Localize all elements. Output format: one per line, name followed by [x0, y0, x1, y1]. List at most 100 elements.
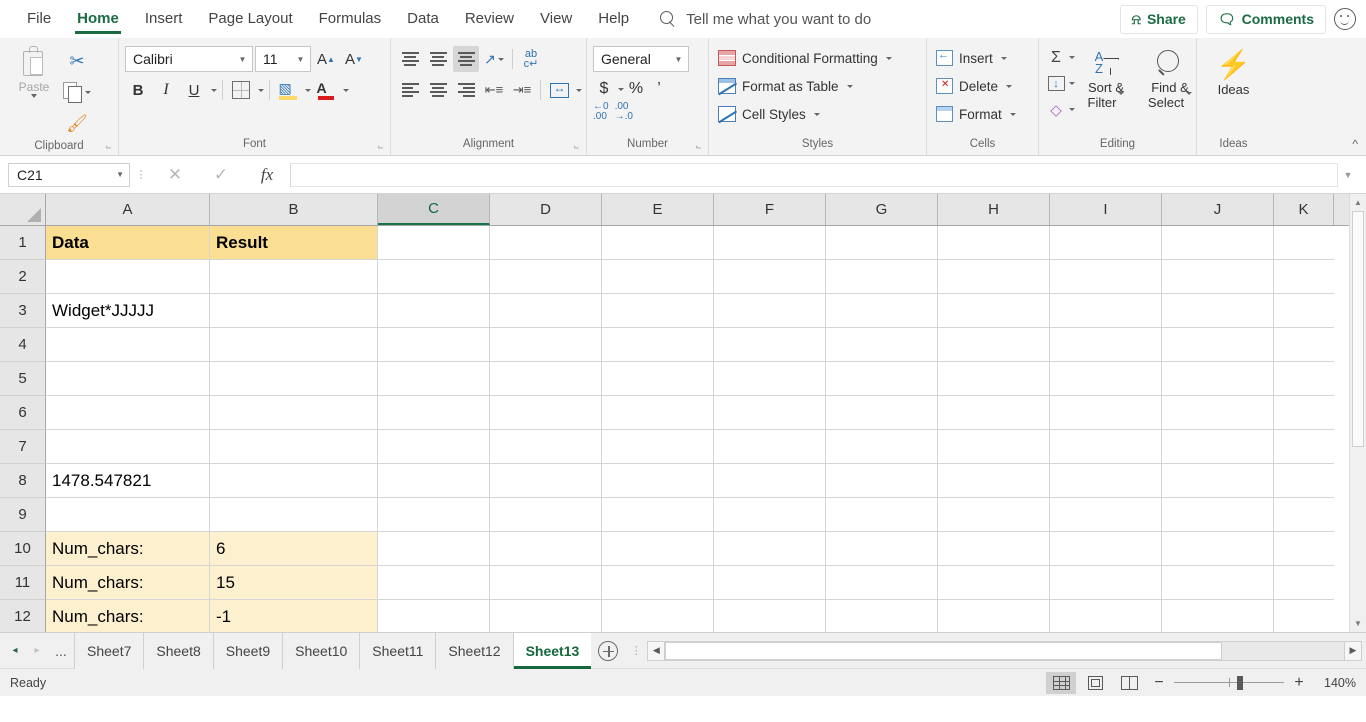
- increase-indent-button[interactable]: ⇥≡: [509, 77, 535, 103]
- borders-button[interactable]: [228, 77, 254, 103]
- wrap-text-button[interactable]: ab c↵: [518, 46, 544, 72]
- alignment-dialog-launcher[interactable]: [574, 143, 583, 152]
- cell-d12[interactable]: [490, 600, 602, 632]
- cell-e6[interactable]: [602, 396, 714, 430]
- row-header-1[interactable]: 1: [0, 226, 46, 260]
- column-header-e[interactable]: E: [602, 194, 714, 225]
- format-painter-button[interactable]: 🖌: [62, 109, 92, 137]
- scroll-right-icon[interactable]: ▶: [1344, 640, 1362, 661]
- column-header-c[interactable]: C: [378, 194, 490, 225]
- cell-k1[interactable]: [1274, 226, 1334, 260]
- cell-h11[interactable]: [938, 566, 1050, 600]
- cell-c4[interactable]: [378, 328, 490, 362]
- cell-h3[interactable]: [938, 294, 1050, 328]
- cell-b10[interactable]: 6: [210, 532, 378, 566]
- column-header-b[interactable]: B: [210, 194, 378, 225]
- cell-i12[interactable]: [1050, 600, 1162, 632]
- cell-i4[interactable]: [1050, 328, 1162, 362]
- cell-i8[interactable]: [1050, 464, 1162, 498]
- chevron-down-icon[interactable]: [211, 88, 217, 92]
- collapse-ribbon-button[interactable]: ^: [1352, 137, 1358, 151]
- vertical-scrollbar[interactable]: ▲ ▼: [1349, 194, 1366, 632]
- cell-c8[interactable]: [378, 464, 490, 498]
- vertical-scroll-thumb[interactable]: [1352, 211, 1364, 447]
- cell-h12[interactable]: [938, 600, 1050, 632]
- column-header-k[interactable]: K: [1274, 194, 1334, 225]
- cell-j5[interactable]: [1162, 362, 1274, 396]
- new-sheet-button[interactable]: [591, 633, 625, 669]
- cell-a1[interactable]: Data: [46, 226, 210, 260]
- cell-f11[interactable]: [714, 566, 826, 600]
- cell-f8[interactable]: [714, 464, 826, 498]
- ribbon-tab-file[interactable]: File: [14, 0, 64, 38]
- cell-f7[interactable]: [714, 430, 826, 464]
- confirm-entry-button[interactable]: ✓: [198, 162, 244, 188]
- cell-b11[interactable]: 15: [210, 566, 378, 600]
- number-dialog-launcher[interactable]: [696, 143, 705, 152]
- cell-f5[interactable]: [714, 362, 826, 396]
- cell-e9[interactable]: [602, 498, 714, 532]
- cut-button[interactable]: ✂: [62, 47, 92, 75]
- fill-button[interactable]: ↓: [1045, 71, 1075, 96]
- align-center-button[interactable]: [425, 77, 451, 103]
- cell-j7[interactable]: [1162, 430, 1274, 464]
- cell-f4[interactable]: [714, 328, 826, 362]
- cell-e11[interactable]: [602, 566, 714, 600]
- cell-a12[interactable]: Num_chars:: [46, 600, 210, 632]
- underline-button[interactable]: U: [181, 77, 207, 103]
- cell-g5[interactable]: [826, 362, 938, 396]
- horizontal-scrollbar[interactable]: ◀ ▶: [647, 640, 1362, 662]
- cell-c11[interactable]: [378, 566, 490, 600]
- cell-b2[interactable]: [210, 260, 378, 294]
- page-break-view-button[interactable]: [1114, 672, 1144, 694]
- ribbon-tab-page-layout[interactable]: Page Layout: [195, 0, 305, 38]
- cell-a11[interactable]: Num_chars:: [46, 566, 210, 600]
- delete-cells-button[interactable]: Delete: [933, 73, 1019, 99]
- cell-d4[interactable]: [490, 328, 602, 362]
- cell-a3[interactable]: Widget*JJJJJ: [46, 294, 210, 328]
- cell-c5[interactable]: [378, 362, 490, 396]
- decrease-decimal-button[interactable]: .00 →.0: [615, 102, 633, 122]
- cell-f3[interactable]: [714, 294, 826, 328]
- cell-k8[interactable]: [1274, 464, 1334, 498]
- cell-g2[interactable]: [826, 260, 938, 294]
- cell-a10[interactable]: Num_chars:: [46, 532, 210, 566]
- cell-k10[interactable]: [1274, 532, 1334, 566]
- font-dialog-launcher[interactable]: [378, 143, 387, 152]
- cell-b12[interactable]: -1: [210, 600, 378, 632]
- align-bottom-button[interactable]: [453, 46, 479, 72]
- number-format-combo[interactable]: General ▼: [593, 46, 689, 72]
- cell-c1[interactable]: [378, 226, 490, 260]
- column-header-a[interactable]: A: [46, 194, 210, 225]
- column-header-j[interactable]: J: [1162, 194, 1274, 225]
- ribbon-tab-view[interactable]: View: [527, 0, 585, 38]
- cell-c9[interactable]: [378, 498, 490, 532]
- cell-k9[interactable]: [1274, 498, 1334, 532]
- cell-j6[interactable]: [1162, 396, 1274, 430]
- clear-button[interactable]: ◇: [1045, 97, 1075, 122]
- cell-b8[interactable]: [210, 464, 378, 498]
- sheet-tab-sheet8[interactable]: Sheet8: [144, 632, 214, 669]
- zoom-slider-thumb[interactable]: [1236, 675, 1243, 690]
- feedback-smiley-icon[interactable]: [1334, 8, 1356, 30]
- first-sheet-button[interactable]: ◂: [4, 638, 26, 664]
- row-header-3[interactable]: 3: [0, 294, 46, 328]
- find-and-select-button[interactable]: Find & Select: [1139, 46, 1201, 110]
- italic-button[interactable]: I: [153, 77, 179, 103]
- align-right-button[interactable]: [453, 77, 479, 103]
- cell-g6[interactable]: [826, 396, 938, 430]
- share-button[interactable]: ⍾ Share: [1119, 4, 1198, 34]
- cell-g11[interactable]: [826, 566, 938, 600]
- font-color-button[interactable]: A: [313, 77, 339, 103]
- cell-j2[interactable]: [1162, 260, 1274, 294]
- cell-i3[interactable]: [1050, 294, 1162, 328]
- cell-a9[interactable]: [46, 498, 210, 532]
- cell-f9[interactable]: [714, 498, 826, 532]
- cell-g4[interactable]: [826, 328, 938, 362]
- cell-k5[interactable]: [1274, 362, 1334, 396]
- cell-c12[interactable]: [378, 600, 490, 632]
- conditional-formatting-button[interactable]: Conditional Formatting: [715, 45, 895, 71]
- cell-d3[interactable]: [490, 294, 602, 328]
- sheet-tab-sheet10[interactable]: Sheet10: [283, 632, 361, 669]
- cell-d5[interactable]: [490, 362, 602, 396]
